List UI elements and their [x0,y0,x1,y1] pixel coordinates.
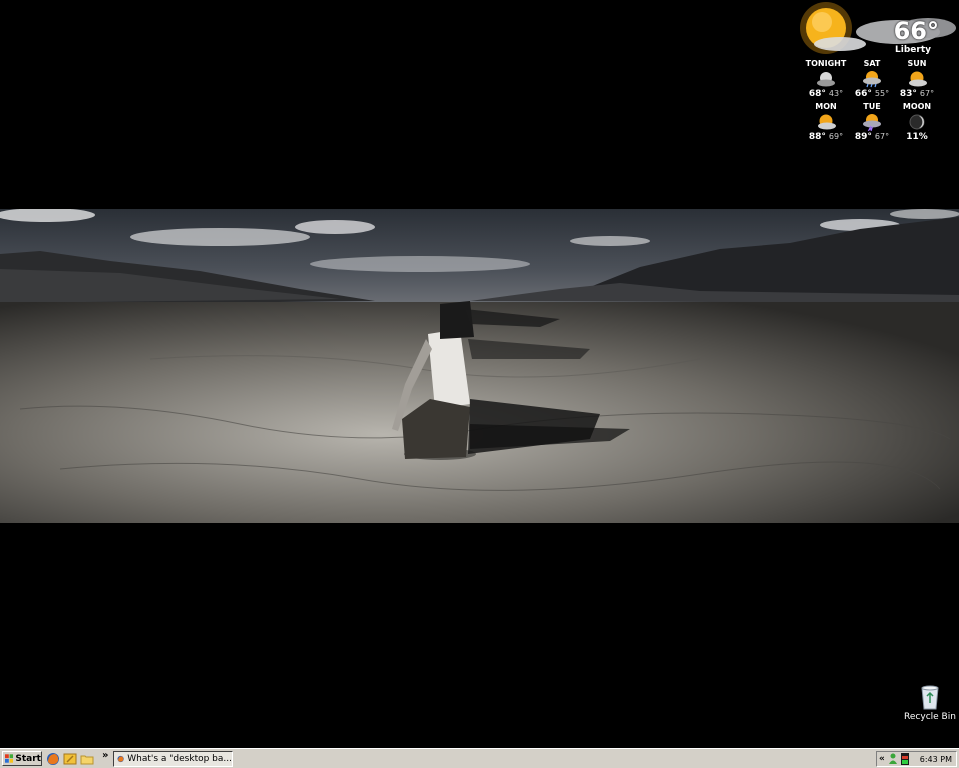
forecast-day: TUE [863,102,881,111]
taskbar-button-label: What's a "desktop ba... [127,754,232,764]
system-tray: « 6:43 PM [876,751,957,767]
forecast-low: 55° [874,89,890,98]
partly-sunny-icon [909,71,927,87]
recycle-bin-label: Recycle Bin [904,712,956,722]
forecast-cell-sat: SAT 66° 55° [847,59,897,99]
quick-launch [46,751,94,766]
windows-logo-icon [5,754,14,763]
forecast-high: 66° [854,89,872,99]
forecast-high: 89° [854,132,872,142]
current-temperature: 66° [893,17,939,45]
desktop: 66° Liberty TONIGHT 68°43° SAT 66°55° [0,0,959,748]
location-label: Liberty [895,45,931,55]
forecast-cell-tue: TUE 89° 67° [847,102,897,142]
quick-launch-overflow-button[interactable]: » [102,750,108,761]
current-weather-panel: 66° Liberty [778,0,959,58]
moon-cloud-icon [817,72,835,87]
rain-icon [863,71,881,88]
forecast-day: SAT [863,59,881,68]
forecast-day: TONIGHT [805,59,847,68]
media-player-icon[interactable] [63,752,77,766]
tray-expand-button[interactable]: « [879,754,885,764]
weather-gadget[interactable]: 66° Liberty TONIGHT 68°43° SAT 66°55° [778,0,959,150]
moon-phase-icon [909,114,925,130]
forecast-day: MON [815,102,837,111]
forecast-high: 88° [808,132,826,142]
start-label: Start [15,753,41,764]
forecast-high: 68° [808,89,826,99]
start-button[interactable]: Start [2,751,42,766]
volume-meter-icon[interactable] [900,753,909,765]
folder-icon[interactable] [80,752,94,766]
partly-sunny-icon [818,114,836,130]
recycle-bin-icon [921,685,939,710]
forecast-cell-tonight: TONIGHT 68° 43° [801,59,851,99]
clock[interactable]: 6:43 PM [920,755,952,764]
moon-illumination: 11% [906,132,928,142]
forecast-cell-mon: MON 88° 69° [801,102,851,142]
taskbar: Start » What's a "desktop ba... « 6:43 P… [0,748,959,768]
forecast-low: 67° [919,89,935,98]
forecast-low: 67° [874,132,890,141]
forecast-cell-sun: SUN 83° 67° [892,59,942,99]
forecast-high: 83° [899,89,917,99]
thunderstorm-icon [863,114,881,131]
forecast-low: 69° [828,132,844,141]
network-icon[interactable] [888,753,898,765]
firefox-icon [117,755,124,763]
recycle-bin[interactable]: Recycle Bin [904,684,956,722]
taskbar-button-firefox[interactable]: What's a "desktop ba... [113,751,233,767]
forecast-cell-moon: MOON 11% [892,102,942,142]
desktop-wallpaper [0,209,959,523]
firefox-icon[interactable] [46,752,60,766]
forecast-low: 43° [828,89,844,98]
forecast-day: MOON [902,102,932,111]
forecast-day: SUN [907,59,927,68]
